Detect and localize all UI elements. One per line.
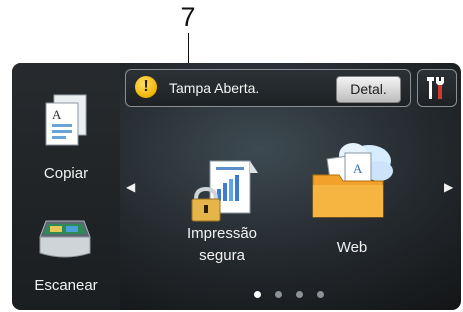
svg-text:A: A (52, 107, 62, 122)
status-bar: ! Tampa Aberta. Detal. (125, 69, 411, 107)
status-message: Tampa Aberta. (169, 80, 260, 96)
web-folder-icon: A (312, 143, 393, 218)
detail-button[interactable]: Detal. (336, 76, 401, 103)
left-arrow-icon: ◀ (126, 180, 136, 194)
app-label: Web (336, 239, 368, 256)
sidebar-item-escanear[interactable]: Escanear (12, 203, 120, 307)
warning-icon: ! (135, 76, 157, 98)
secure-print-icon (191, 160, 258, 222)
scanner-icon (39, 220, 91, 258)
scroll-left-button[interactable]: ◀ (126, 180, 135, 194)
settings-button[interactable] (417, 69, 457, 107)
app-web[interactable]: A Web (307, 135, 397, 263)
page-dot[interactable] (275, 291, 282, 298)
page-dot[interactable] (296, 291, 303, 298)
page-dot[interactable] (317, 291, 324, 298)
app-label: Impressão (186, 225, 258, 242)
page-dot-active[interactable] (254, 291, 261, 298)
tools-icon (427, 77, 444, 99)
app-secure-print[interactable]: Impressão segura (172, 155, 272, 265)
sidebar-item-label: Escanear (34, 277, 98, 294)
svg-text:A: A (353, 161, 363, 176)
sidebar-item-label: Copiar (43, 165, 89, 182)
sidebar: A Copiar Escanear (12, 63, 120, 310)
callout-number: 7 (180, 2, 196, 32)
right-arrow-icon: ▶ (444, 180, 454, 194)
scroll-right-button[interactable]: ▶ (444, 180, 453, 194)
app-label-line2: segura (199, 247, 245, 264)
touchscreen: A Copiar Escanear ! Tampa Aberta. Detal. (12, 63, 461, 310)
sidebar-item-copiar[interactable]: A Copiar (12, 81, 120, 193)
copy-icon: A (45, 94, 87, 146)
